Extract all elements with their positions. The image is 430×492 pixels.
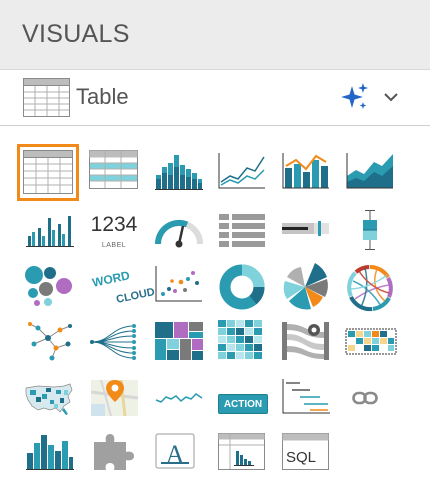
kpi-value-text: 1234 — [90, 213, 138, 236]
visual-sql[interactable]: SQL — [282, 433, 342, 485]
visual-list[interactable] — [218, 213, 278, 265]
puzzle-icon[interactable] — [92, 432, 152, 484]
link-icon[interactable] — [352, 390, 412, 442]
visual-scatter[interactable] — [155, 265, 215, 317]
kpi-label-text: LABEL — [101, 242, 127, 249]
visual-word-cloud[interactable]: WORD CLOUD — [88, 266, 156, 318]
visual-rich-text[interactable]: A — [155, 433, 215, 485]
visual-areas[interactable] — [346, 152, 406, 204]
visual-treemap[interactable] — [155, 322, 215, 374]
action-button-text: ACTION — [218, 394, 268, 414]
visual-cross-tab[interactable] — [89, 150, 149, 202]
sparkle-icon[interactable] — [338, 82, 370, 117]
panel-title: VISUALS — [22, 20, 130, 48]
visual-flow[interactable] — [282, 322, 342, 374]
selected-visual-label: Table — [76, 84, 129, 109]
visual-donut[interactable] — [218, 263, 278, 315]
word-cloud-word-1: WORD — [90, 268, 132, 290]
sql-text: SQL — [286, 449, 317, 466]
chevron-down-icon[interactable] — [383, 90, 399, 108]
visual-heatmap[interactable] — [218, 320, 278, 372]
visual-table[interactable] — [17, 144, 79, 201]
visual-histogram[interactable] — [26, 431, 86, 483]
visual-radial[interactable] — [281, 263, 341, 315]
visual-box-plot[interactable] — [360, 208, 420, 260]
visual-types-grid: 1234 LABEL WORD CLOUD ACTION A SQL — [0, 126, 430, 492]
visual-kpi[interactable]: 1234 LABEL — [86, 210, 146, 262]
rich-text-glyph: A — [165, 440, 185, 469]
visual-packed-bubbles[interactable] — [24, 266, 84, 318]
visual-network[interactable] — [26, 322, 86, 374]
word-cloud-word-2: CLOUD — [115, 286, 156, 306]
visual-lines[interactable] — [218, 152, 278, 204]
visual-pivot[interactable] — [218, 433, 278, 485]
visual-interactive-map[interactable] — [91, 378, 151, 430]
visual-gantt[interactable] — [282, 378, 342, 430]
table-icon — [23, 78, 71, 123]
visual-dendrogram[interactable] — [90, 324, 150, 376]
visual-correlation[interactable] — [345, 328, 405, 380]
visuals-panel-header: VISUALS — [0, 0, 430, 70]
visual-combo[interactable] — [282, 152, 342, 204]
visual-stacked-bars[interactable] — [155, 153, 215, 205]
visual-bars[interactable] — [26, 214, 86, 266]
visual-action[interactable]: ACTION — [218, 385, 278, 437]
visual-us-map[interactable] — [24, 382, 84, 434]
visual-gauge[interactable] — [154, 214, 214, 266]
visual-chord[interactable] — [345, 263, 405, 315]
visual-type-selector[interactable]: Table — [0, 70, 430, 126]
